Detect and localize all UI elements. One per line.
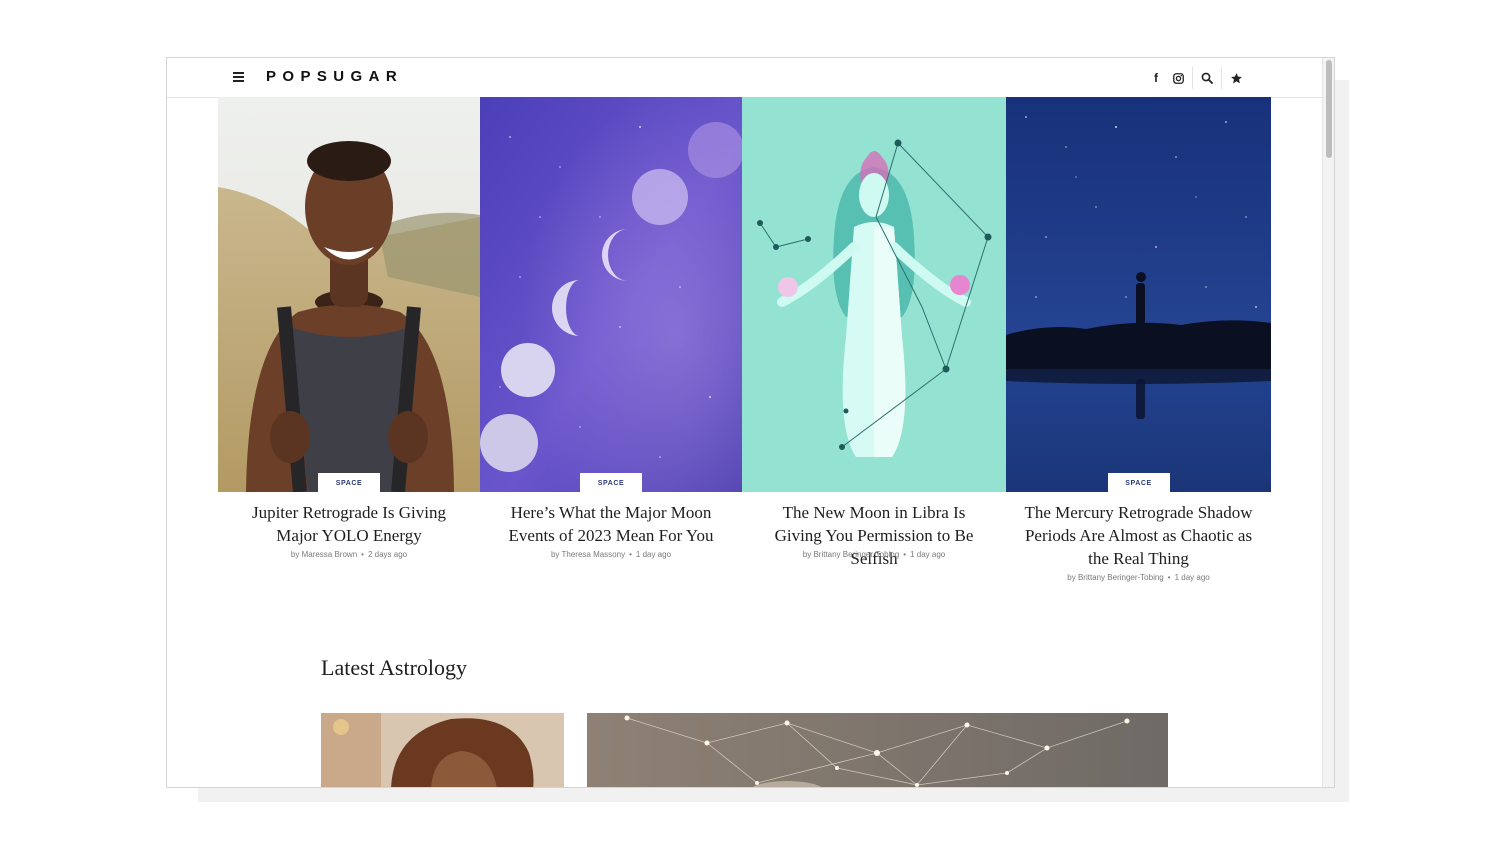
article-meta: by Brittany Beringer-Tobing • 1 day ago [742, 550, 1006, 559]
article-date: 1 day ago [910, 550, 946, 559]
article-title[interactable]: Here’s What the Major Moon Events of 202… [480, 501, 742, 547]
category-badge[interactable]: SPACE [318, 473, 380, 492]
meta-separator: • [361, 550, 364, 559]
article-card[interactable]: SPACE Here’s What the Major Moon Events … [480, 97, 742, 617]
header-divider [1221, 67, 1222, 89]
search-icon[interactable] [1196, 58, 1218, 98]
article-author[interactable]: by Brittany Beringer-Tobing [803, 550, 900, 559]
article-author[interactable]: by Brittany Beringer-Tobing [1067, 573, 1164, 582]
article-card[interactable]: The New Moon in Libra Is Giving You Perm… [742, 97, 1006, 617]
header-divider [1192, 67, 1193, 89]
article-date: 1 day ago [635, 550, 672, 559]
vertical-scrollbar[interactable] [1322, 58, 1334, 787]
site-logo[interactable]: POPSUGAR [266, 68, 403, 85]
browser-window: POPSUGAR f SPACE Jupiter Retrograde Is G… [166, 57, 1335, 788]
site-header: POPSUGAR f [167, 58, 1323, 98]
hero-article-row: SPACE Jupiter Retrograde Is Giving Major… [218, 97, 1271, 617]
article-title[interactable]: The Mercury Retrograde Shadow Periods Ar… [1006, 501, 1271, 570]
article-meta: by Maressa Brown • 2 days ago [218, 550, 480, 559]
article-card[interactable]: SPACE Jupiter Retrograde Is Giving Major… [218, 97, 480, 617]
meta-separator: • [629, 550, 632, 559]
article-image-moon-phases[interactable] [480, 97, 742, 492]
article-image-smiling-hiker[interactable] [218, 97, 480, 492]
facebook-glyph: f [1154, 71, 1158, 85]
article-meta: by Theresa Massony • 1 day ago [480, 550, 742, 559]
meta-separator: • [903, 550, 907, 559]
article-card[interactable]: SPACE The Mercury Retrograde Shadow Peri… [1006, 97, 1271, 617]
category-badge[interactable]: SPACE [1107, 473, 1170, 492]
header-icons: f [1145, 58, 1247, 98]
meta-separator: • [1167, 573, 1171, 582]
scrollbar-thumb[interactable] [1326, 60, 1332, 158]
article-image-libra-constellation[interactable] [742, 97, 1006, 492]
article-title[interactable]: The New Moon in Libra Is Giving You Perm… [742, 501, 1006, 570]
article-date: 2 days ago [367, 550, 408, 559]
latest-article-thumbnail[interactable] [321, 713, 564, 787]
article-image-starry-night-silhouette[interactable] [1006, 97, 1271, 492]
instagram-icon[interactable] [1167, 58, 1189, 98]
article-meta: by Brittany Beringer-Tobing • 1 day ago [1006, 573, 1271, 582]
article-title[interactable]: Jupiter Retrograde Is Giving Major YOLO … [218, 501, 480, 547]
section-heading: Latest Astrology [321, 655, 468, 680]
article-author[interactable]: by Theresa Massony [551, 550, 625, 559]
article-author[interactable]: by Maressa Brown [291, 550, 357, 559]
category-badge[interactable]: SPACE [580, 473, 642, 492]
article-date: 1 day ago [1174, 573, 1210, 582]
facebook-icon[interactable]: f [1145, 58, 1167, 98]
hamburger-menu-icon[interactable] [233, 72, 244, 82]
star-icon[interactable] [1225, 58, 1247, 98]
latest-article-thumbnail[interactable] [587, 713, 1168, 787]
